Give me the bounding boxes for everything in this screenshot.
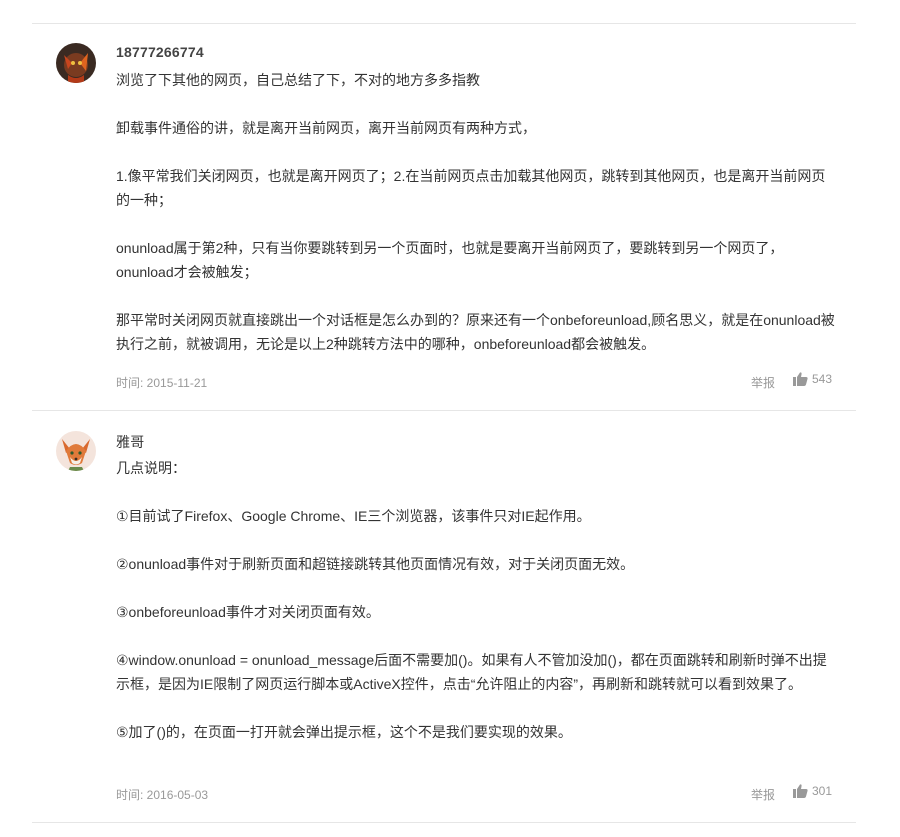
comment-paragraph: ①目前试了Firefox、Google Chrome、IE三个浏览器，该事件只对… xyxy=(116,508,591,524)
comment-body: 浏览了下其他的网页，自己总结了下，不对的地方多多指教 卸载事件通俗的讲，就是离开… xyxy=(116,68,836,356)
comment-paragraph: 浏览了下其他的网页，自己总结了下，不对的地方多多指教 xyxy=(116,72,480,88)
comment-paragraph: 那平常时关闭网页就直接跳出一个对话框是怎么办到的？原来还有一个onbeforeu… xyxy=(116,312,835,352)
comment-paragraph: onunload属于第2种，只有当你要跳转到另一个页面时，也就是要离开当前网页了… xyxy=(116,240,784,280)
comment-paragraph: ⑤加了()的，在页面一打开就会弹出提示框，这个不是我们要实现的效果。 xyxy=(116,724,572,740)
comment-time: 时间: 2016-05-03 xyxy=(116,788,209,802)
comment-paragraph: 1.像平常我们关闭网页，也就是离开网页了；2.在当前网页点击加载其他网页，跳转到… xyxy=(116,168,826,208)
like-button[interactable]: 301 xyxy=(792,784,832,798)
like-count: 301 xyxy=(811,784,832,798)
comment-paragraph: 几点说明： xyxy=(116,460,186,476)
comment-divider-top xyxy=(32,23,856,24)
comment-divider xyxy=(32,410,856,411)
report-button[interactable]: 举报 xyxy=(751,374,775,391)
like-button[interactable]: 543 xyxy=(792,372,832,386)
thumbs-up-icon xyxy=(792,372,808,386)
comment-time: 时间: 2015-11-21 xyxy=(116,376,208,390)
comment-paragraph: ②onunload事件对于刷新页面和超链接跳转其他页面情况有效，对于关闭页面无效… xyxy=(116,556,635,572)
avatar[interactable] xyxy=(56,431,96,471)
comment-paragraph: 卸载事件通俗的讲，就是离开当前网页，离开当前网页有两种方式， xyxy=(116,120,536,136)
report-button[interactable]: 举报 xyxy=(751,786,775,803)
thumbs-up-icon xyxy=(792,784,808,798)
avatar[interactable] xyxy=(56,43,96,83)
comment-divider xyxy=(32,822,856,823)
comment-username[interactable]: 18777266774 xyxy=(116,44,204,60)
comment-paragraph: ③onbeforeunload事件才对关闭页面有效。 xyxy=(116,604,380,620)
comment-body: 几点说明： ①目前试了Firefox、Google Chrome、IE三个浏览器… xyxy=(116,456,836,744)
like-count: 543 xyxy=(811,372,832,386)
comment-username[interactable]: 雅哥 xyxy=(116,432,144,452)
comment-paragraph: ④window.onunload = onunload_message后面不需要… xyxy=(116,652,827,692)
